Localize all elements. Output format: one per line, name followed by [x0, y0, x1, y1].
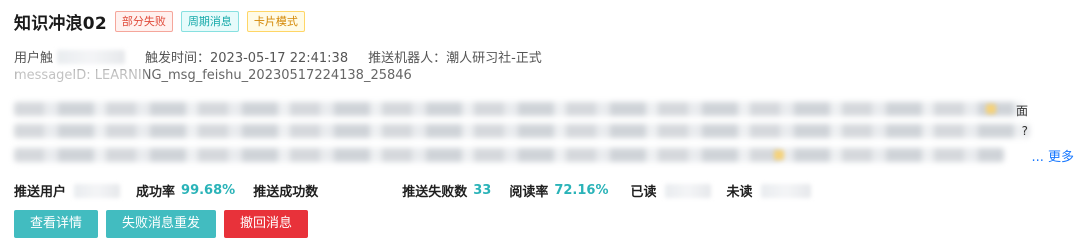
stats-row: 推送用户 成功率 99.68% 推送成功数 推送失败数 33 阅读率 72.16… [14, 181, 811, 200]
push-task-card: 知识冲浪02 部分失败 周期消息 卡片模式 用户触 触发时间：2023-05-1… [0, 0, 1080, 238]
badge-card-mode: 卡片模式 [246, 11, 305, 32]
view-details-button[interactable]: 查看详情 [14, 210, 99, 238]
redacted-push-success [326, 183, 387, 198]
push-success-label: 推送成功数 [253, 185, 319, 200]
push-fail-label: 推送失败数 [402, 185, 468, 200]
user-trigger-label: 用户触 [14, 51, 54, 66]
more-link[interactable]: ... 更多 [1031, 146, 1074, 165]
push-fail-value: 33 [473, 183, 492, 198]
trigger-time: 触发时间：2023-05-17 22:41:38 [145, 51, 349, 66]
resend-failed-button[interactable]: 失败消息重发 [106, 210, 217, 238]
blurred-line [14, 124, 1029, 138]
clipped-text-1: 面 [1015, 104, 1028, 118]
redacted-read-count [664, 183, 711, 198]
action-buttons: 查看详情 失败消息重发 撤回消息 [14, 210, 316, 238]
recall-message-button[interactable]: 撤回消息 [224, 210, 309, 238]
read-rate-value: 72.16% [554, 183, 609, 198]
read-label: 已读 [630, 185, 657, 200]
blurred-line [14, 148, 1004, 162]
title-row: 知识冲浪02 部分失败 周期消息 卡片模式 [14, 9, 305, 34]
message-id: messageID: LEARNING_msg_feishu_202305172… [14, 68, 412, 86]
clipped-text-2: ? [1021, 124, 1028, 138]
redacted-user [57, 49, 126, 64]
blurred-emoji [774, 150, 784, 160]
push-users-label: 推送用户 [14, 185, 67, 200]
read-rate-label: 阅读率 [509, 185, 549, 200]
status-badge-partial-failed: 部分失败 [114, 11, 173, 32]
success-rate-value: 99.68% [181, 183, 236, 198]
redaction-mask [14, 68, 144, 86]
redacted-unread-count [760, 183, 811, 198]
push-robot: 推送机器人：潮人研习社-正式 [368, 51, 542, 66]
meta-row: 用户触 触发时间：2023-05-17 22:41:38 推送机器人：潮人研习社… [14, 47, 542, 66]
unread-label: 未读 [726, 185, 753, 200]
blurred-line [14, 102, 1024, 116]
blurred-emoji [986, 104, 996, 114]
redacted-push-users [74, 183, 121, 198]
message-content-preview: 面 ? [14, 96, 1044, 172]
badge-periodic-message: 周期消息 [180, 11, 239, 32]
success-rate-label: 成功率 [136, 185, 176, 200]
card-title: 知识冲浪02 [14, 14, 107, 34]
